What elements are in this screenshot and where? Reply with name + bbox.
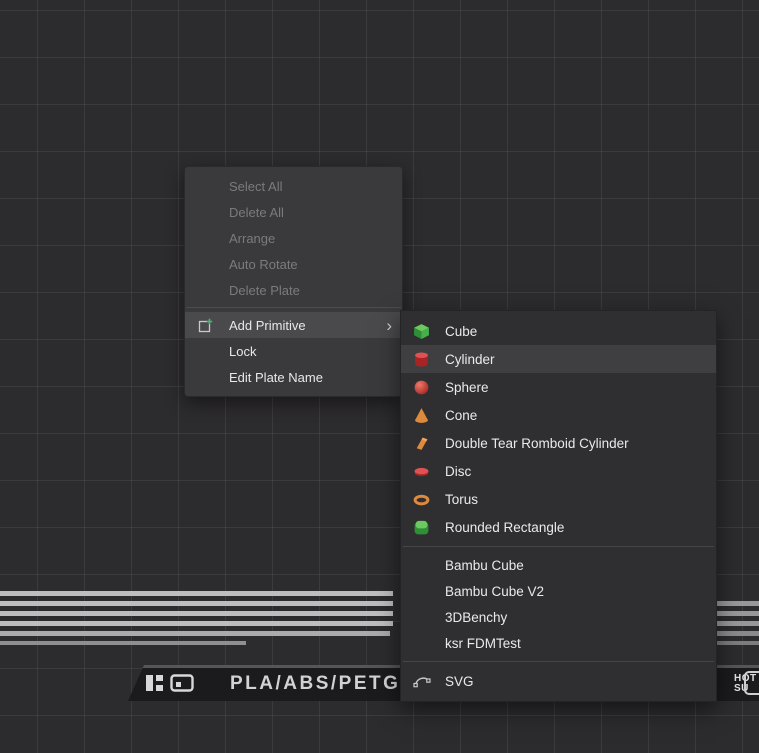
- plate-stripe: [0, 591, 393, 596]
- submenu-item-label: Torus: [445, 492, 478, 507]
- menu-item-add-primitive[interactable]: Add Primitive ›: [185, 312, 402, 338]
- submenu-item-label: 3DBenchy: [445, 610, 507, 625]
- submenu-item-double-tear-romboid-cylinder[interactable]: Double Tear Romboid Cylinder: [401, 429, 716, 457]
- submenu-item-svg[interactable]: SVG: [401, 667, 716, 695]
- plate-stripe: [0, 641, 246, 645]
- menu-item-auto-rotate: Auto Rotate: [185, 251, 402, 277]
- menu-item-select-all: Select All: [185, 173, 402, 199]
- disc-icon: [413, 463, 445, 480]
- menu-item-label: Delete Plate: [229, 283, 300, 298]
- plate-stripe: [0, 621, 393, 626]
- romboid-cylinder-icon: [413, 435, 445, 452]
- menu-separator: [186, 307, 401, 308]
- submenu-item-label: Bambu Cube V2: [445, 584, 544, 599]
- menu-item-delete-all: Delete All: [185, 199, 402, 225]
- submenu-item-3dbenchy[interactable]: 3DBenchy: [401, 604, 716, 630]
- submenu-item-bambu-cube-v2[interactable]: Bambu Cube V2: [401, 578, 716, 604]
- submenu-item-cylinder[interactable]: Cylinder: [401, 345, 716, 373]
- plate-context-menu: Select All Delete All Arrange Auto Rotat…: [184, 166, 403, 397]
- menu-item-label: Select All: [229, 179, 282, 194]
- submenu-chevron-icon: ›: [386, 317, 392, 334]
- plate-edge-badge: [744, 671, 759, 695]
- submenu-item-rounded-rectangle[interactable]: Rounded Rectangle: [401, 513, 716, 541]
- cylinder-icon: [413, 351, 445, 368]
- menu-item-label: Lock: [229, 344, 256, 359]
- submenu-item-cube[interactable]: Cube: [401, 317, 716, 345]
- submenu-item-ksr-fdmtest[interactable]: ksr FDMTest: [401, 630, 716, 656]
- submenu-item-label: Cube: [445, 324, 477, 339]
- menu-item-label: Add Primitive: [229, 318, 306, 333]
- submenu-item-label: Sphere: [445, 380, 489, 395]
- submenu-separator: [403, 661, 714, 662]
- plate-stripe: [0, 601, 393, 606]
- svg-curve-icon: [413, 673, 445, 689]
- sphere-icon: [413, 379, 445, 396]
- cone-icon: [413, 407, 445, 424]
- submenu-item-disc[interactable]: Disc: [401, 457, 716, 485]
- plate-stripe: [0, 631, 390, 636]
- submenu-item-label: Bambu Cube: [445, 558, 524, 573]
- menu-item-label: Auto Rotate: [229, 257, 298, 272]
- submenu-item-label: ksr FDMTest: [445, 636, 521, 651]
- menu-item-edit-plate-name[interactable]: Edit Plate Name: [185, 364, 402, 390]
- submenu-item-torus[interactable]: Torus: [401, 485, 716, 513]
- menu-item-delete-plate: Delete Plate: [185, 277, 402, 303]
- menu-item-lock[interactable]: Lock: [185, 338, 402, 364]
- submenu-item-label: Cylinder: [445, 352, 495, 367]
- plate-brand-icon: [170, 674, 194, 697]
- menu-item-arrange: Arrange: [185, 225, 402, 251]
- menu-item-label: Edit Plate Name: [229, 370, 323, 385]
- add-primitive-submenu: Cube Cylinder Sphere Con: [400, 310, 717, 702]
- submenu-separator: [403, 546, 714, 547]
- submenu-item-label: Disc: [445, 464, 471, 479]
- submenu-item-label: Double Tear Romboid Cylinder: [445, 436, 629, 451]
- rounded-rectangle-icon: [413, 519, 445, 536]
- submenu-item-cone[interactable]: Cone: [401, 401, 716, 429]
- plate-stripe: [0, 611, 393, 616]
- torus-icon: [413, 491, 445, 508]
- submenu-item-label: Rounded Rectangle: [445, 520, 564, 535]
- submenu-item-label: SVG: [445, 674, 474, 689]
- menu-item-label: Arrange: [229, 231, 275, 246]
- menu-item-label: Delete All: [229, 205, 284, 220]
- submenu-item-sphere[interactable]: Sphere: [401, 373, 716, 401]
- cube-icon: [413, 323, 445, 340]
- submenu-item-label: Cone: [445, 408, 477, 423]
- add-primitive-icon: [197, 317, 229, 334]
- bambu-logo-icon: [145, 674, 165, 697]
- submenu-item-bambu-cube[interactable]: Bambu Cube: [401, 552, 716, 578]
- plate-material-label: PLA/ABS/PETG: [230, 673, 400, 695]
